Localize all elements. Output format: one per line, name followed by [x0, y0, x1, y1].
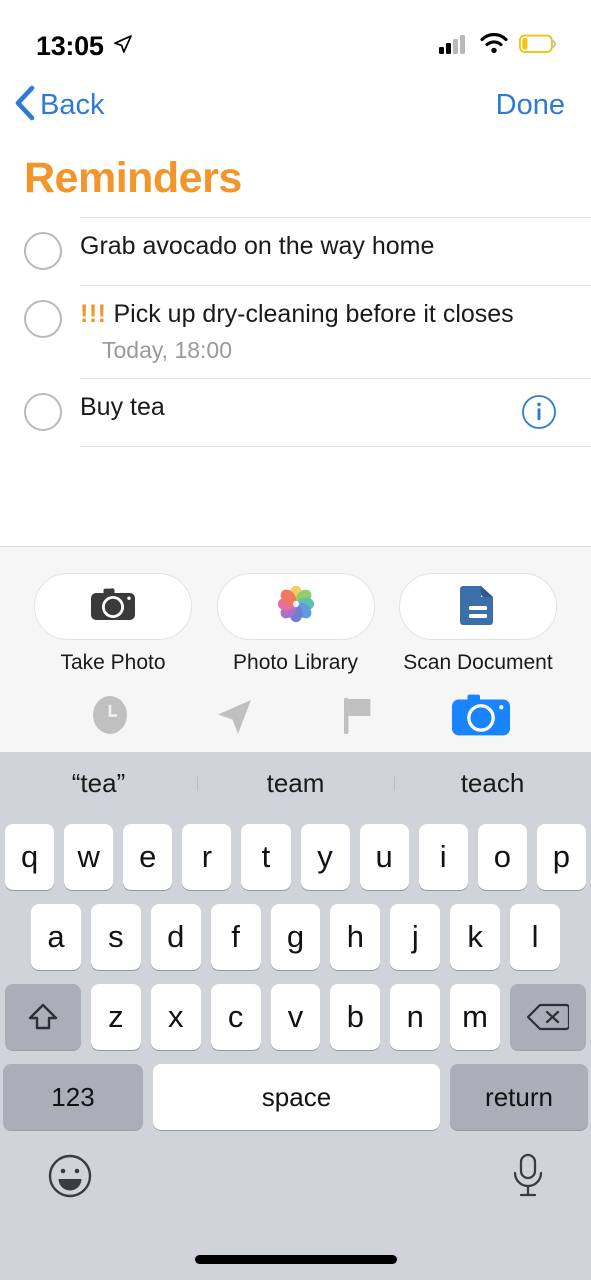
key-t[interactable]: t: [241, 824, 291, 890]
key-z[interactable]: z: [91, 984, 141, 1050]
reminder-content: !!! Pick up dry-cleaning before it close…: [80, 285, 591, 378]
reminder-title-line: Buy tea: [80, 393, 569, 422]
keyboard-row-3: z x c v b n m: [0, 984, 591, 1050]
keyboard-row-1: q w e r t y u i o p: [0, 814, 591, 890]
reminder-checkbox[interactable]: [24, 300, 62, 338]
key-g[interactable]: g: [270, 904, 321, 970]
suggestion-3[interactable]: teach: [394, 768, 591, 799]
virtual-keyboard: “tea” team teach q w e r t y u i o p a s…: [0, 752, 591, 1280]
microphone-icon[interactable]: [511, 1152, 545, 1205]
numbers-key[interactable]: 123: [3, 1064, 143, 1130]
scan-document-button[interactable]: Scan Document: [398, 573, 558, 675]
emoji-smiley-icon[interactable]: [46, 1152, 94, 1205]
photo-library-label: Photo Library: [233, 651, 358, 674]
status-bar-left: 13:05: [36, 31, 133, 62]
battery-low-icon: [518, 34, 557, 59]
photo-library-button[interactable]: Photo Library: [216, 573, 376, 675]
wifi-icon: [480, 32, 508, 59]
reminder-checkbox[interactable]: [24, 232, 62, 270]
scan-document-label: Scan Document: [403, 651, 553, 674]
flag-icon[interactable]: [327, 689, 387, 741]
page-title: Reminders: [24, 154, 242, 202]
reminder-due-date: Today, 18:00: [102, 337, 233, 363]
location-arrow-icon[interactable]: [204, 689, 264, 741]
shift-arrow-icon[interactable]: [5, 984, 81, 1050]
key-w[interactable]: w: [64, 824, 114, 890]
reminder-checkbox[interactable]: [24, 393, 62, 431]
reminder-text: Pick up dry-cleaning before it closes: [113, 300, 514, 328]
key-r[interactable]: r: [182, 824, 232, 890]
reminder-row-3[interactable]: Buy tea: [0, 378, 591, 446]
key-v[interactable]: v: [270, 984, 321, 1050]
reminder-title-line: Grab avocado on the way home: [80, 232, 569, 261]
key-x[interactable]: x: [150, 984, 201, 1050]
key-i[interactable]: i: [418, 824, 468, 890]
list-bottom-divider: [80, 446, 591, 447]
key-s[interactable]: s: [90, 904, 141, 970]
scan-document-pill: [399, 573, 557, 640]
reminder-text: Buy tea: [80, 393, 165, 421]
home-indicator[interactable]: [194, 1255, 397, 1264]
back-button[interactable]: Back: [12, 84, 104, 127]
key-y[interactable]: y: [300, 824, 350, 890]
keyboard-row-4: 123 space return: [0, 1064, 591, 1130]
clock-icon[interactable]: [80, 689, 140, 741]
photos-flower-icon: [274, 582, 318, 631]
take-photo-pill: [34, 573, 192, 640]
status-bar: 13:05: [0, 0, 591, 74]
reminder-info-button[interactable]: [521, 394, 557, 430]
reminder-content: Grab avocado on the way home: [80, 217, 591, 285]
suggestion-1[interactable]: “tea”: [0, 768, 197, 799]
key-u[interactable]: u: [359, 824, 409, 890]
backspace-icon[interactable]: [510, 984, 587, 1050]
take-photo-label: Take Photo: [60, 651, 166, 674]
reminder-text: Grab avocado on the way home: [80, 232, 435, 260]
key-k[interactable]: k: [450, 904, 501, 970]
chevron-left-icon: [12, 84, 38, 127]
key-j[interactable]: j: [390, 904, 441, 970]
return-key[interactable]: return: [450, 1064, 588, 1130]
reminder-content: Buy tea: [80, 378, 591, 446]
reminder-row-2[interactable]: !!! Pick up dry-cleaning before it close…: [0, 285, 591, 378]
status-bar-time: 13:05: [36, 30, 104, 61]
photo-library-pill: [216, 573, 375, 640]
phone-screen: 13:05 Back Done Reminders Grab avocado o…: [0, 0, 591, 1280]
key-c[interactable]: c: [210, 984, 261, 1050]
status-bar-right: [439, 32, 557, 59]
key-n[interactable]: n: [390, 984, 441, 1050]
quick-action-row: [0, 675, 591, 741]
location-arrow-icon: [113, 34, 133, 59]
space-key[interactable]: space: [153, 1064, 440, 1130]
suggestion-2[interactable]: team: [197, 768, 394, 799]
document-scan-icon: [460, 583, 496, 630]
back-button-label: Back: [40, 88, 105, 121]
key-b[interactable]: b: [330, 984, 381, 1050]
cellular-bars-icon: [439, 34, 469, 59]
key-p[interactable]: p: [536, 824, 586, 890]
attachment-pill-group: Take Photo Photo Library Scan Document: [0, 547, 591, 675]
camera-icon: [90, 586, 136, 627]
key-l[interactable]: l: [510, 904, 561, 970]
priority-badge: !!!: [80, 300, 107, 328]
key-q[interactable]: q: [5, 824, 55, 890]
done-button[interactable]: Done: [496, 89, 565, 122]
attachment-toolbar: Take Photo Photo Library Scan Document: [0, 546, 591, 752]
key-e[interactable]: e: [123, 824, 173, 890]
camera-icon[interactable]: [451, 689, 511, 741]
key-d[interactable]: d: [150, 904, 201, 970]
key-h[interactable]: h: [330, 904, 381, 970]
key-f[interactable]: f: [210, 904, 261, 970]
reminder-title-line: !!! Pick up dry-cleaning before it close…: [80, 300, 569, 329]
key-m[interactable]: m: [450, 984, 501, 1050]
key-a[interactable]: a: [31, 904, 81, 970]
take-photo-button[interactable]: Take Photo: [33, 573, 193, 675]
reminders-list: Grab avocado on the way home !!! Pick up…: [0, 217, 591, 447]
key-o[interactable]: o: [477, 824, 527, 890]
keyboard-row-2: a s d f g h j k l: [0, 904, 591, 970]
keyboard-bottom-row: [0, 1144, 591, 1205]
reminder-row-1[interactable]: Grab avocado on the way home: [0, 217, 591, 285]
autocorrect-suggestion-bar: “tea” team teach: [0, 752, 591, 814]
navigation-bar: Back Done: [0, 74, 591, 136]
